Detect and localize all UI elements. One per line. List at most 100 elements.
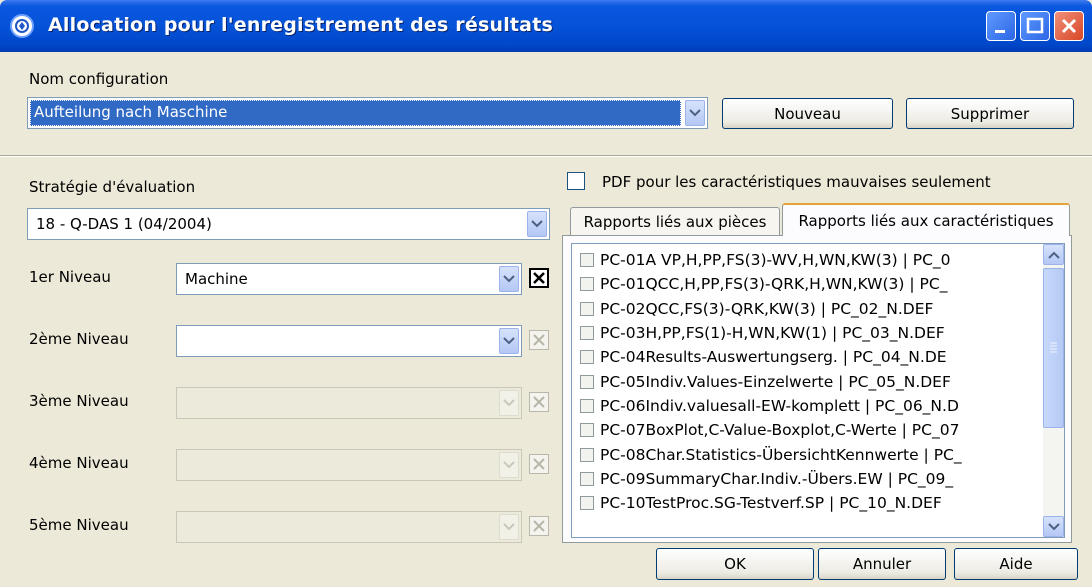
level-1-value: Machine [185, 270, 248, 288]
level-3-label: 3ème Niveau [29, 392, 129, 410]
strategy-value: 18 - Q-DAS 1 (04/2004) [36, 215, 212, 233]
chevron-down-icon [503, 461, 515, 469]
list-item[interactable]: PC-04Results-Auswertungserg. | PC_04_N.D… [580, 345, 947, 369]
list-item-label: PC-01A VP,H,PP,FS(3)-WV,H,WN,KW(3) | PC_… [600, 251, 951, 269]
close-icon [533, 396, 545, 408]
checkbox[interactable] [580, 448, 594, 462]
strategy-select[interactable]: 18 - Q-DAS 1 (04/2004) [27, 208, 550, 240]
level-2-label: 2ème Niveau [29, 330, 129, 348]
grip-icon [1050, 342, 1057, 353]
chevron-down-icon [1047, 522, 1060, 530]
scroll-thumb[interactable] [1043, 268, 1064, 428]
list-item[interactable]: PC-03H,PP,FS(1)-H,WN,KW(1) | PC_03_N.DEF [580, 321, 945, 345]
chevron-down-icon [503, 275, 515, 283]
ok-button[interactable]: OK [656, 548, 814, 580]
close-icon [533, 334, 545, 346]
tab-characteristic-reports[interactable]: Rapports liés aux caractéristiques [782, 203, 1070, 236]
dropdown-button[interactable] [499, 452, 519, 478]
dropdown-button[interactable] [499, 328, 519, 354]
level-4-select[interactable] [176, 449, 522, 481]
list-item-label: PC-08Char.Statistics-ÜbersichtKennwerte … [600, 446, 962, 464]
strategy-label: Stratégie d'évaluation [29, 178, 196, 196]
list-item-label: PC-02QCC,FS(3)-QRK,KW(3) | PC_02_N.DEF [600, 300, 934, 318]
checkbox[interactable] [580, 399, 594, 413]
checkbox[interactable] [580, 326, 594, 340]
list-item-label: PC-04Results-Auswertungserg. | PC_04_N.D… [600, 348, 947, 366]
close-icon [533, 458, 545, 470]
pdf-bad-only-label: PDF pour les caractéristiques mauvaises … [602, 173, 991, 191]
checkbox[interactable] [580, 423, 594, 437]
list-item[interactable]: PC-09SummaryChar.Indiv.-Übers.EW | PC_09… [580, 467, 953, 491]
list-item-label: PC-10TestProc.SG-Testverf.SP | PC_10_N.D… [600, 494, 942, 512]
chevron-down-icon [531, 220, 543, 228]
list-item[interactable]: PC-08Char.Statistics-ÜbersichtKennwerte … [580, 443, 962, 467]
close-icon [533, 272, 545, 284]
list-item-label: PC-05Indiv.Values-Einzelwerte | PC_05_N.… [600, 373, 951, 391]
list-item[interactable]: PC-01QCC,H,PP,FS(3)-QRK,H,WN,KW(3) | PC_ [580, 272, 947, 296]
maximize-button[interactable] [1020, 11, 1050, 41]
chevron-up-icon [1047, 251, 1060, 259]
window-title: Allocation pour l'enregistrement des rés… [48, 14, 553, 36]
level-1-label: 1er Niveau [29, 268, 111, 286]
chevron-down-icon [503, 337, 515, 345]
dropdown-button[interactable] [499, 390, 519, 416]
separator [0, 155, 1092, 157]
clear-level-1-button[interactable] [529, 268, 549, 288]
checkbox[interactable] [580, 302, 594, 316]
dropdown-button[interactable] [499, 514, 519, 540]
chevron-down-icon [503, 523, 515, 531]
dropdown-button[interactable] [685, 100, 705, 126]
close-icon [533, 520, 545, 532]
chevron-down-icon [503, 399, 515, 407]
checkbox[interactable] [580, 277, 594, 291]
list-item-label: PC-01QCC,H,PP,FS(3)-QRK,H,WN,KW(3) | PC_ [600, 275, 948, 293]
close-icon [1061, 18, 1077, 34]
checkbox[interactable] [580, 375, 594, 389]
report-list[interactable]: PC-01A VP,H,PP,FS(3)-WV,H,WN,KW(3) | PC_… [571, 243, 1065, 538]
tab-part-reports[interactable]: Rapports liés aux pièces [570, 207, 780, 235]
level-5-label: 5ème Niveau [29, 516, 129, 534]
clear-level-2-button[interactable] [529, 330, 549, 350]
list-item[interactable]: PC-05Indiv.Values-Einzelwerte | PC_05_N.… [580, 370, 951, 394]
checkbox[interactable] [580, 496, 594, 510]
dropdown-button[interactable] [527, 211, 547, 237]
list-item[interactable]: PC-07BoxPlot,C-Value-Boxplot,C-Werte | P… [580, 418, 959, 442]
checkbox[interactable] [580, 350, 594, 364]
level-2-select[interactable] [176, 325, 522, 357]
list-item[interactable]: PC-02QCC,FS(3)-QRK,KW(3) | PC_02_N.DEF [580, 297, 933, 321]
maximize-icon [1026, 17, 1044, 34]
checkbox[interactable] [580, 472, 594, 486]
list-item-label: PC-03H,PP,FS(1)-H,WN,KW(1) | PC_03_N.DEF [600, 324, 945, 342]
config-name-value: Aufteilung nach Maschine [34, 103, 228, 121]
list-item-label: PC-09SummaryChar.Indiv.-Übers.EW | PC_09… [600, 470, 954, 488]
minimize-button[interactable] [986, 11, 1016, 41]
level-5-select[interactable] [176, 511, 522, 543]
app-icon [10, 14, 34, 38]
config-name-label: Nom configuration [29, 70, 169, 88]
pdf-bad-only-checkbox[interactable] [567, 172, 585, 190]
scroll-up-button[interactable] [1043, 244, 1064, 265]
list-item[interactable]: PC-06Indiv.valuesall-EW-komplett | PC_06… [580, 394, 959, 418]
cancel-button[interactable]: Annuler [818, 548, 946, 580]
close-button[interactable] [1054, 11, 1084, 41]
checkbox[interactable] [580, 253, 594, 267]
list-item-label: PC-06Indiv.valuesall-EW-komplett | PC_06… [600, 397, 959, 415]
dropdown-button[interactable] [499, 266, 519, 292]
list-item[interactable]: PC-01A VP,H,PP,FS(3)-WV,H,WN,KW(3) | PC_… [580, 248, 951, 272]
list-item-label: PC-07BoxPlot,C-Value-Boxplot,C-Werte | P… [600, 421, 960, 439]
scroll-down-button[interactable] [1043, 516, 1064, 537]
clear-level-5-button[interactable] [529, 516, 549, 536]
clear-level-4-button[interactable] [529, 454, 549, 474]
config-name-select[interactable]: Aufteilung nach Maschine [27, 97, 708, 129]
level-4-label: 4ème Niveau [29, 454, 129, 472]
new-button[interactable]: Nouveau [722, 98, 893, 129]
help-button[interactable]: Aide [954, 548, 1078, 580]
list-scrollbar[interactable] [1043, 244, 1064, 537]
level-1-select[interactable]: Machine [176, 263, 522, 295]
minimize-icon [995, 30, 1005, 33]
delete-button[interactable]: Supprimer [906, 98, 1074, 129]
chevron-down-icon [689, 109, 701, 117]
level-3-select[interactable] [176, 387, 522, 419]
list-item[interactable]: PC-10TestProc.SG-Testverf.SP | PC_10_N.D… [580, 491, 942, 515]
clear-level-3-button[interactable] [529, 392, 549, 412]
